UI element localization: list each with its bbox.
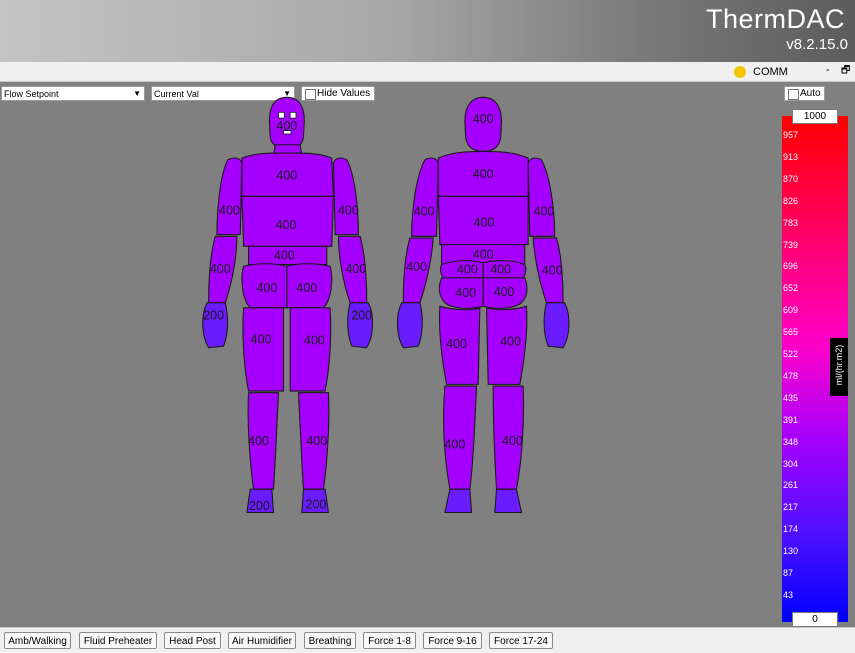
front-left-hip-value: 400 [256,281,277,295]
back-right-upper-arm-zone [527,157,556,237]
back-left-hand-zone [396,302,423,349]
scale-tick-label: 783 [783,217,799,228]
back-right-upper-buttock-value: 400 [490,263,511,277]
scale-tick-label: 739 [783,239,799,250]
scale-tick-label: 87 [783,568,794,578]
tab-force-17-24[interactable]: Force 17-24 [489,632,553,649]
front-left-foot-value: 200 [249,499,270,513]
scale-tick-label: 696 [783,261,799,272]
tab-fluid-preheater[interactable]: Fluid Preheater [79,632,157,649]
back-right-foot-zone [494,488,523,514]
scale-tick-label: 609 [783,305,799,316]
front-left-upper-arm-zone [216,157,243,236]
front-left-thigh-value: 400 [251,333,272,347]
scale-tick-label: 43 [783,589,794,600]
scale-tick-label: 565 [783,327,799,338]
tab-head-post[interactable]: Head Post [164,632,221,649]
scale-tick-label: 652 [783,283,799,294]
back-right-forearm-value: 400 [542,264,563,278]
back-left-buttock-value: 400 [455,286,476,300]
tab-air-humidifier[interactable]: Air Humidifier [228,632,296,649]
scale-tick-label: 826 [783,195,799,206]
front-waist-value: 400 [274,249,295,263]
back-left-upper-arm-value: 400 [414,204,435,218]
unit-label: ml/(hr.m2) [830,338,848,396]
scale-tick-label: 913 [783,151,799,162]
back-right-calf-value: 400 [502,434,523,448]
app-version: v8.2.15.0 [786,36,848,53]
back-mid-back-value: 400 [474,215,495,229]
front-right-upper-arm-zone [332,157,359,236]
tab-breathing[interactable]: Breathing [304,632,356,649]
front-left-forearm-value: 400 [210,262,231,276]
scale-tick-label: 174 [783,524,799,535]
mannequin-diagram: 400 400 400 400 400 400 400 400 200 200 … [202,96,570,514]
checkbox-icon [788,89,799,100]
front-right-hand-value: 200 [351,308,372,322]
front-head-value: 400 [276,119,297,133]
front-abdomen-value: 400 [276,218,297,232]
front-right-upper-arm-value: 400 [338,204,359,218]
back-upper-back-value: 400 [473,167,494,181]
back-left-foot-zone [444,488,473,514]
scale-tick-label: 391 [783,414,799,425]
scale-tick-label: 957 [783,130,799,140]
bottom-tab-bar: Amb/Walking Fluid Preheater Head Post Ai… [0,627,855,653]
back-left-calf-value: 400 [444,437,465,451]
back-right-hand-zone [543,302,570,349]
scale-tick-label: 478 [783,370,799,381]
back-right-buttock-value: 400 [494,285,515,299]
scale-tick-label: 522 [783,349,799,359]
front-right-forearm-value: 400 [345,262,366,276]
back-right-thigh-value: 400 [500,334,521,348]
front-right-thigh-zone [289,307,332,392]
back-head-value: 400 [473,112,494,126]
minimize-button[interactable]: - [826,64,830,76]
front-right-foot-value: 200 [306,497,327,511]
auto-label: Auto [800,88,821,99]
scale-tick-label: 130 [783,546,799,557]
tab-amb-walking[interactable]: Amb/Walking [4,632,71,649]
unit-text: ml/(hr.m2) [834,344,844,386]
front-chest-value: 400 [276,169,297,183]
front-left-hand-value: 200 [203,308,224,322]
scale-tick-label: 870 [783,173,799,184]
back-lower-back-value: 400 [473,248,494,262]
back-right-upper-arm-value: 400 [534,204,555,218]
back-left-thigh-value: 400 [446,337,467,351]
back-left-forearm-value: 400 [406,260,427,274]
scale-tick-label: 217 [783,502,799,513]
back-left-upper-buttock-value: 400 [457,263,478,277]
front-left-calf-value: 400 [248,434,269,448]
tab-force-1-8[interactable]: Force 1-8 [363,632,416,649]
scale-min-input[interactable]: 0 [792,612,838,627]
restore-button[interactable]: 🗗 [841,63,850,80]
scale-tick-label: 261 [783,480,799,491]
scale-tick-label: 304 [783,458,799,469]
front-left-upper-arm-value: 400 [219,204,240,218]
scale-tick-label: 348 [783,436,799,447]
tab-force-9-16[interactable]: Force 9-16 [423,632,482,649]
auto-checkbox[interactable]: Auto [784,86,825,101]
scale-max-input[interactable]: 1000 [792,109,838,124]
front-right-hip-value: 400 [296,281,317,295]
front-right-thigh-value: 400 [304,333,325,347]
front-right-calf-value: 400 [306,434,327,448]
back-left-upper-arm-zone [411,157,439,237]
scale-tick-label: 435 [783,392,799,403]
color-scale-legend: 1000 957 913 870 826 783 739 696 652 609 565 522 47… [782,109,848,627]
front-left-thigh-zone [242,307,285,392]
